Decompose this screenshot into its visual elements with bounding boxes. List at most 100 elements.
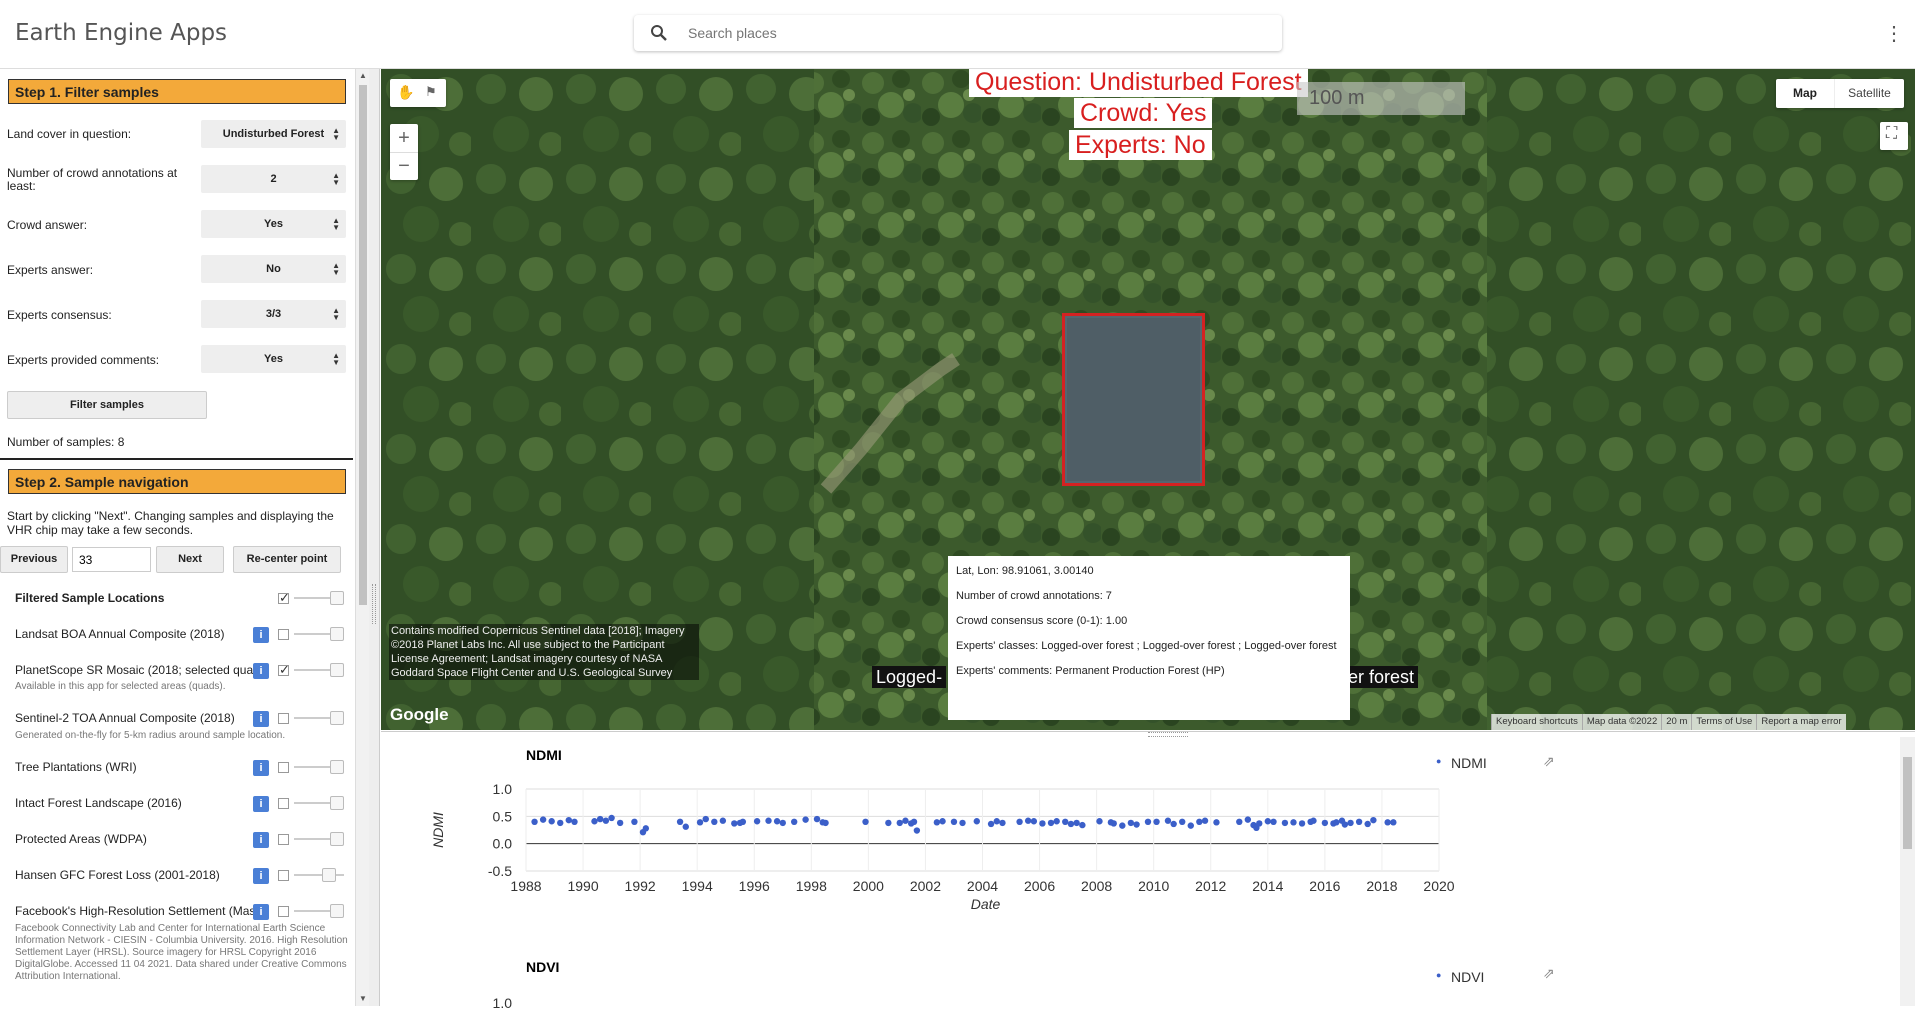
experts-consensus-select[interactable]: 3/3 ▲ ▼ (201, 300, 346, 328)
opacity-slider-handle[interactable] (322, 868, 336, 882)
info-icon[interactable]: i (253, 868, 269, 884)
search-box[interactable] (634, 15, 1282, 51)
layer-checkbox[interactable] (278, 590, 290, 606)
info-icon[interactable]: i (253, 627, 269, 643)
layer-checkbox[interactable] (278, 713, 289, 724)
crowd-answer-value: Yes (264, 218, 283, 230)
search-input[interactable] (686, 21, 1266, 45)
layer-checkbox[interactable] (278, 798, 289, 809)
layer-label: Protected Areas (WDPA) (15, 832, 147, 846)
x-tick-label: 2006 (1024, 878, 1055, 894)
previous-button[interactable]: Previous (0, 546, 68, 573)
report-error-link[interactable]: Report a map error (1756, 714, 1845, 730)
data-point (753, 818, 761, 825)
info-icon[interactable]: i (253, 832, 269, 848)
zoom-in-button[interactable]: + (390, 124, 418, 152)
x-tick-label: 2002 (910, 878, 941, 894)
opacity-slider-handle[interactable] (330, 663, 344, 677)
layer-label: Landsat BOA Annual Composite (2018) (15, 627, 225, 641)
next-button[interactable]: Next (156, 546, 224, 573)
layer-checkbox[interactable] (278, 834, 289, 845)
map-data-text: Map data ©2022 (1581, 714, 1661, 730)
x-tick-label: 1990 (567, 878, 598, 894)
data-point (1127, 819, 1135, 827)
crowd-count-select[interactable]: 2 ▲ ▼ (201, 165, 346, 193)
map-view[interactable]: ✋ ⚑ + − Map Satellite ⛶ Question: Undist… (381, 69, 1915, 730)
info-icon[interactable]: i (253, 711, 269, 727)
zoom-out-button[interactable]: − (390, 152, 418, 180)
data-point (1298, 820, 1306, 827)
data-point (711, 818, 718, 825)
terms-link[interactable]: Terms of Use (1691, 714, 1756, 730)
chart-title: NDMI (526, 747, 562, 763)
legend-marker: ● (1436, 970, 1441, 980)
data-point (885, 819, 892, 827)
experts-answer-select[interactable]: No ▲ ▼ (201, 255, 346, 283)
filter-samples-button[interactable]: Filter samples (7, 391, 207, 419)
opacity-slider[interactable] (294, 874, 344, 876)
layer-label: Filtered Sample Locations (15, 591, 165, 605)
chip-thumbnail (1067, 318, 1200, 481)
layer-note: Generated on-the-fly for 5-km radius aro… (15, 730, 286, 741)
opacity-slider-handle[interactable] (330, 627, 344, 641)
data-point (822, 819, 829, 827)
recenter-point-button[interactable]: Re-center point (233, 546, 341, 573)
chip-scale-bar: 100 m (1297, 82, 1465, 115)
scrollbar-thumb[interactable] (359, 85, 367, 605)
fullscreen-button[interactable]: ⛶ (1880, 122, 1908, 150)
drag-grip-icon (372, 584, 376, 624)
data-point (987, 820, 995, 828)
crowd-answer-select[interactable]: Yes ▲ ▼ (201, 210, 346, 238)
data-point (1384, 819, 1391, 826)
data-point (1164, 817, 1172, 824)
experts-answer-label: Experts answer: (7, 263, 94, 277)
pan-hand-icon[interactable]: ✋ (397, 84, 414, 101)
popup-classes: Experts' classes: Logged-over forest ; L… (956, 640, 1337, 652)
info-icon[interactable]: i (253, 904, 269, 920)
scroll-up-icon[interactable]: ▲ (359, 71, 367, 80)
layer-checkbox[interactable] (278, 762, 289, 773)
layer-checkbox[interactable] (278, 870, 289, 881)
data-point (1321, 819, 1329, 827)
sample-location-marker[interactable] (1062, 313, 1205, 486)
data-point (950, 818, 958, 825)
map-type-map-button[interactable]: Map (1776, 79, 1834, 108)
layer-label: Tree Plantations (WRI) (15, 760, 137, 774)
opacity-slider-handle[interactable] (330, 796, 344, 810)
layer-checkbox[interactable] (278, 662, 290, 678)
map-type-satellite-button[interactable]: Satellite (1834, 79, 1904, 108)
layer-label: Sentinel-2 TOA Annual Composite (2018) (15, 711, 235, 725)
data-point (1364, 820, 1371, 828)
layer-checkbox[interactable] (278, 629, 289, 640)
info-icon[interactable]: i (253, 796, 269, 812)
data-point (676, 818, 684, 825)
opacity-slider-handle[interactable] (330, 832, 344, 846)
data-point (1281, 819, 1289, 827)
scrollbar-thumb[interactable] (1903, 757, 1912, 849)
layer-checkbox[interactable] (278, 906, 289, 917)
keyboard-shortcuts-link[interactable]: Keyboard shortcuts (1491, 714, 1582, 730)
draw-shape-icon[interactable]: ⚑ (425, 84, 437, 100)
opacity-slider-handle[interactable] (330, 904, 344, 918)
x-tick-label: 2000 (853, 878, 884, 894)
more-menu-icon[interactable]: ⋮ (1884, 22, 1904, 46)
experts-comments-select[interactable]: Yes ▲ ▼ (201, 345, 346, 373)
info-icon[interactable]: i (253, 760, 269, 776)
data-point (1333, 819, 1340, 826)
scroll-down-icon[interactable]: ▼ (359, 994, 367, 1003)
panel-scrollbar[interactable]: ▲ ▼ (355, 69, 369, 1006)
data-point (1341, 821, 1349, 828)
panel-resize-handle[interactable] (369, 69, 380, 1006)
data-point (631, 818, 638, 825)
sample-index-input[interactable] (72, 547, 151, 572)
opacity-slider-handle[interactable] (330, 711, 344, 725)
opacity-slider-handle[interactable] (330, 591, 344, 605)
opacity-slider-handle[interactable] (330, 760, 344, 774)
y-tick-label: 1.0 (493, 995, 513, 1010)
navigation-instructions: Start by clicking "Next". Changing sampl… (7, 509, 334, 537)
land-cover-select[interactable]: Undisturbed Forest ▲ ▼ (201, 120, 346, 148)
info-icon[interactable]: i (253, 663, 269, 679)
data-point (1390, 819, 1397, 826)
chart-scrollbar[interactable] (1900, 737, 1915, 1006)
data-point (896, 819, 903, 827)
